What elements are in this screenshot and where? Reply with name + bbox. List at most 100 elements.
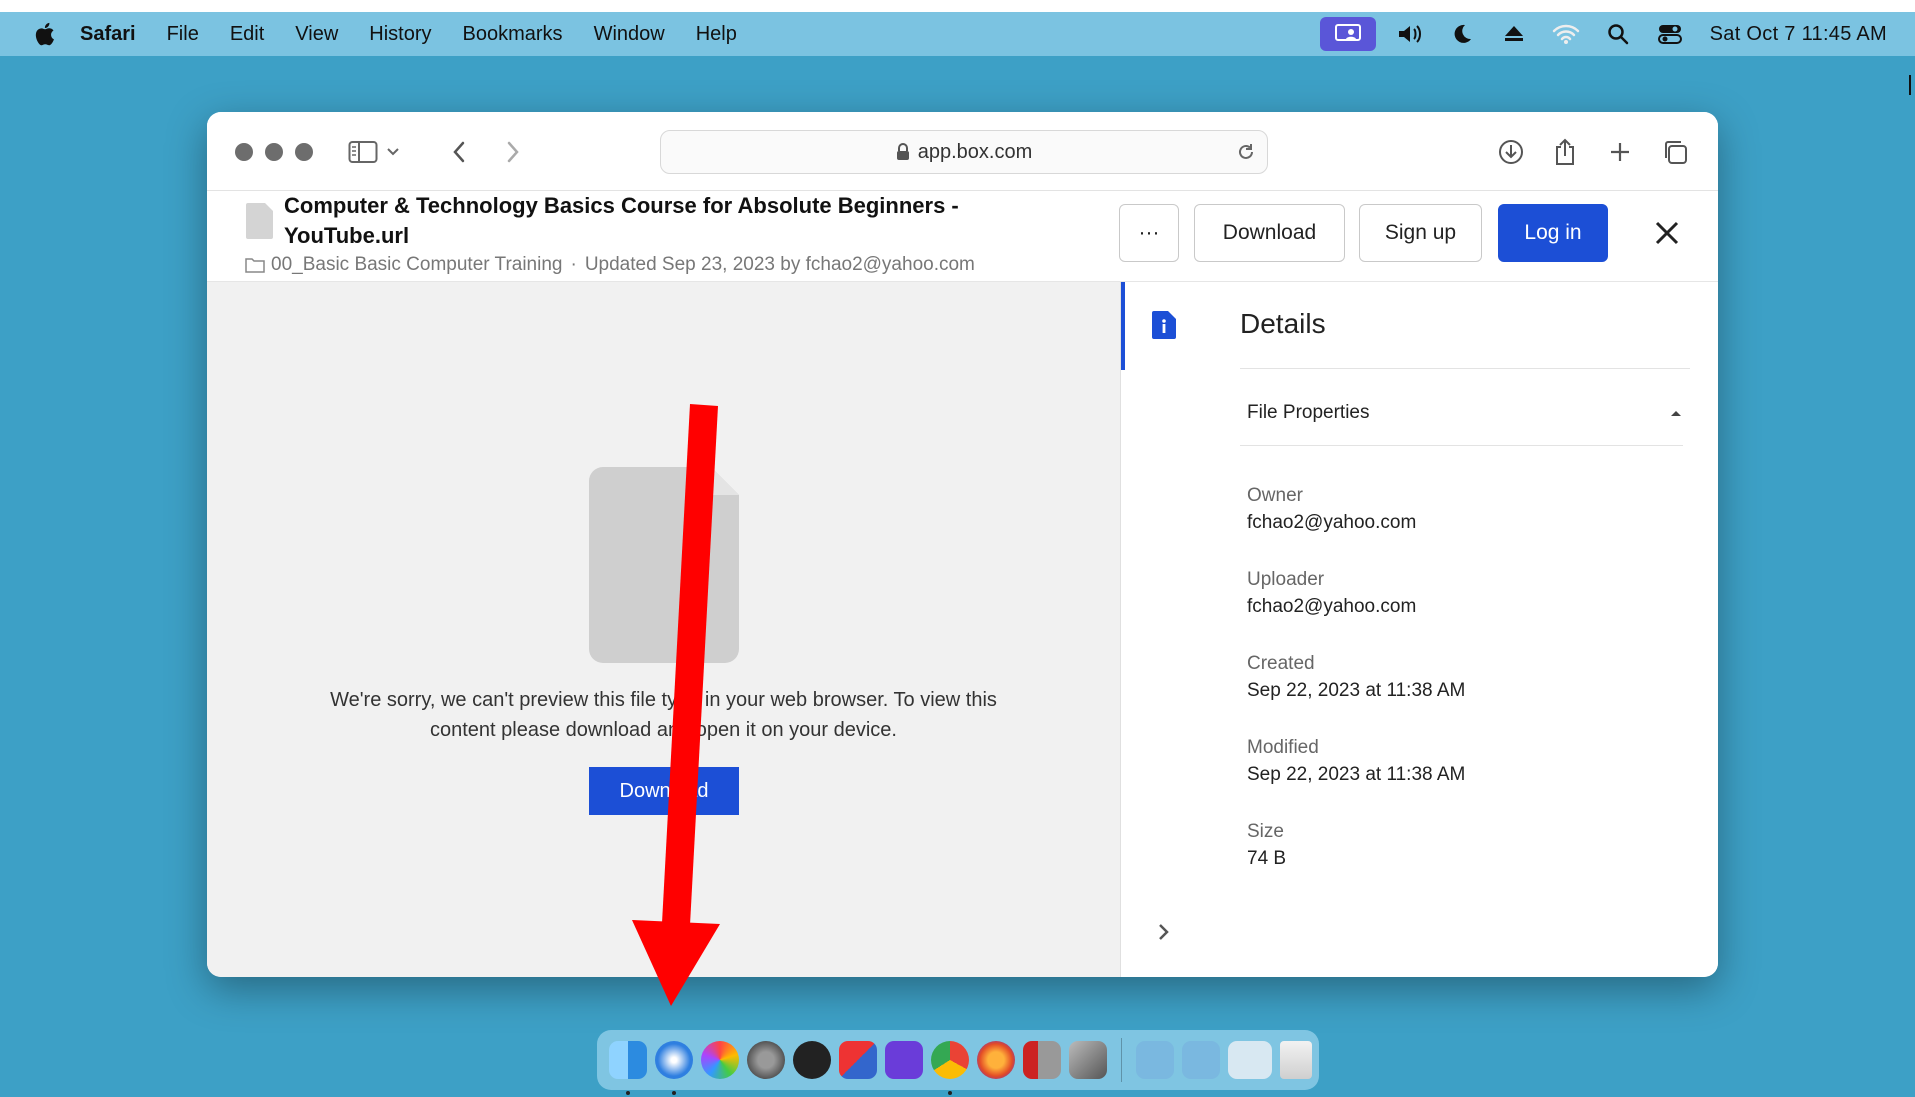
file-icon	[246, 203, 273, 239]
eject-icon[interactable]	[1500, 20, 1528, 48]
file-subtitle: 00_Basic Basic Computer Training · Updat…	[245, 254, 975, 276]
trash-icon[interactable]	[1280, 1041, 1312, 1079]
reload-icon[interactable]	[1231, 137, 1261, 167]
dock-separator	[1121, 1038, 1122, 1082]
downloads-icon[interactable]	[1493, 134, 1529, 170]
menubar-clock[interactable]: Sat Oct 7 11:45 AM	[1710, 23, 1887, 46]
document-placeholder-icon	[589, 467, 739, 663]
property-created: Created Sep 22, 2023 at 11:38 AM	[1247, 650, 1465, 704]
file-properties-toggle[interactable]: File Properties	[1247, 402, 1370, 424]
menu-bookmarks[interactable]: Bookmarks	[463, 23, 563, 46]
dock	[597, 1030, 1319, 1095]
wifi-icon[interactable]	[1552, 20, 1580, 48]
running-indicator	[672, 1091, 676, 1095]
property-modified: Modified Sep 22, 2023 at 11:38 AM	[1247, 734, 1465, 788]
folder-icon	[245, 258, 265, 273]
imovie-icon[interactable]	[885, 1041, 923, 1079]
details-heading: Details	[1240, 308, 1326, 339]
sidebar-tabs	[1120, 282, 1208, 977]
property-value: Sep 22, 2023 at 11:38 AM	[1247, 764, 1466, 785]
downloads-folder-icon[interactable]	[1136, 1041, 1174, 1079]
cursor-icon	[1909, 74, 1915, 96]
folder-name-link[interactable]: 00_Basic Basic Computer Training	[271, 254, 562, 276]
chevron-down-icon[interactable]	[383, 134, 403, 170]
lock-icon	[896, 143, 910, 161]
file-header: Computer & Technology Basics Course for …	[207, 191, 1718, 282]
screen-share-icon[interactable]	[1319, 17, 1376, 51]
property-label: Uploader	[1247, 569, 1325, 590]
sidebar-toggle-icon[interactable]	[345, 134, 381, 170]
more-options-button[interactable]: ···	[1119, 204, 1179, 262]
running-indicator	[626, 1091, 630, 1095]
menu-edit[interactable]: Edit	[230, 23, 264, 46]
sign-up-button[interactable]: Sign up	[1359, 204, 1482, 262]
applications-folder-icon[interactable]	[1182, 1041, 1220, 1079]
screen-sharing-icon[interactable]	[839, 1041, 877, 1079]
property-label: Owner	[1247, 485, 1303, 506]
control-center-icon[interactable]	[1656, 20, 1684, 48]
preview-pane: We're sorry, we can't preview this file …	[207, 282, 1120, 977]
property-value: 74 B	[1247, 848, 1287, 869]
address-bar[interactable]: app.box.com	[660, 130, 1268, 174]
top-strip	[0, 0, 1915, 12]
menu-window[interactable]: Window	[594, 23, 665, 46]
chrome-icon[interactable]	[931, 1041, 969, 1095]
property-size: Size 74 B	[1247, 818, 1286, 872]
forward-arrow-icon[interactable]	[495, 134, 531, 170]
divider	[1240, 368, 1690, 369]
property-value: Sep 22, 2023 at 11:38 AM	[1247, 680, 1466, 701]
menu-app-name[interactable]: Safari	[80, 23, 136, 46]
activity-monitor-icon[interactable]	[793, 1041, 831, 1079]
menu-file[interactable]: File	[167, 23, 199, 46]
active-tab-indicator	[1121, 282, 1125, 370]
menubar-status-area: Sat Oct 7 11:45 AM	[1308, 12, 1915, 56]
url-text: app.box.com	[917, 140, 1033, 163]
property-owner: Owner fchao2@yahoo.com	[1247, 482, 1416, 536]
chevron-right-icon[interactable]	[1151, 920, 1175, 944]
tab-overview-icon[interactable]	[1657, 134, 1693, 170]
safari-icon[interactable]	[655, 1041, 693, 1095]
property-label: Modified	[1247, 737, 1319, 758]
log-in-button[interactable]: Log in	[1498, 204, 1608, 262]
menu-bar: Safari File Edit View History Bookmarks …	[0, 12, 1915, 56]
new-tab-icon[interactable]	[1602, 134, 1638, 170]
subtitle-separator: ·	[570, 254, 577, 275]
minimize-window-button[interactable]	[265, 143, 283, 161]
property-uploader: Uploader fchao2@yahoo.com	[1247, 566, 1416, 620]
property-value: fchao2@yahoo.com	[1247, 596, 1417, 617]
caret-up-icon[interactable]	[1669, 408, 1683, 418]
details-panel: Details File Properties Owner fchao2@yah…	[1207, 282, 1718, 977]
parallels-icon[interactable]	[1023, 1041, 1061, 1079]
safari-window: app.box.com Computer & Technology Basics…	[207, 112, 1718, 977]
file-title: Computer & Technology Basics Course for …	[284, 193, 959, 248]
apple-menu-icon[interactable]	[32, 21, 56, 47]
preview-error-message: We're sorry, we can't preview this file …	[330, 689, 997, 741]
property-value: fchao2@yahoo.com	[1247, 512, 1417, 533]
virtualbox-icon[interactable]	[1069, 1041, 1107, 1079]
back-arrow-icon[interactable]	[441, 134, 477, 170]
close-window-button[interactable]	[235, 143, 253, 161]
browser-toolbar: app.box.com	[207, 112, 1718, 191]
info-icon[interactable]	[1151, 310, 1177, 340]
moon-icon[interactable]	[1448, 20, 1476, 48]
finder-icon[interactable]	[609, 1041, 647, 1095]
menu-view[interactable]: View	[295, 23, 338, 46]
spotlight-search-icon[interactable]	[1604, 20, 1632, 48]
download-button[interactable]: Download	[1194, 204, 1345, 262]
preview-download-button[interactable]: Download	[589, 767, 739, 815]
property-label: Size	[1247, 821, 1284, 842]
system-settings-icon[interactable]	[747, 1041, 785, 1079]
property-label: Created	[1247, 653, 1315, 674]
firefox-icon[interactable]	[977, 1041, 1015, 1079]
close-preview-icon[interactable]	[1647, 213, 1687, 253]
volume-icon[interactable]	[1396, 20, 1424, 48]
running-indicator	[948, 1091, 952, 1095]
menu-help[interactable]: Help	[696, 23, 737, 46]
menu-history[interactable]: History	[369, 23, 431, 46]
photos-icon[interactable]	[701, 1041, 739, 1079]
zoom-window-button[interactable]	[295, 143, 313, 161]
updated-text: Updated Sep 23, 2023 by fchao2@yahoo.com	[584, 254, 975, 275]
divider	[1240, 445, 1683, 446]
documents-folder-icon[interactable]	[1228, 1041, 1272, 1079]
share-icon[interactable]	[1547, 134, 1583, 170]
